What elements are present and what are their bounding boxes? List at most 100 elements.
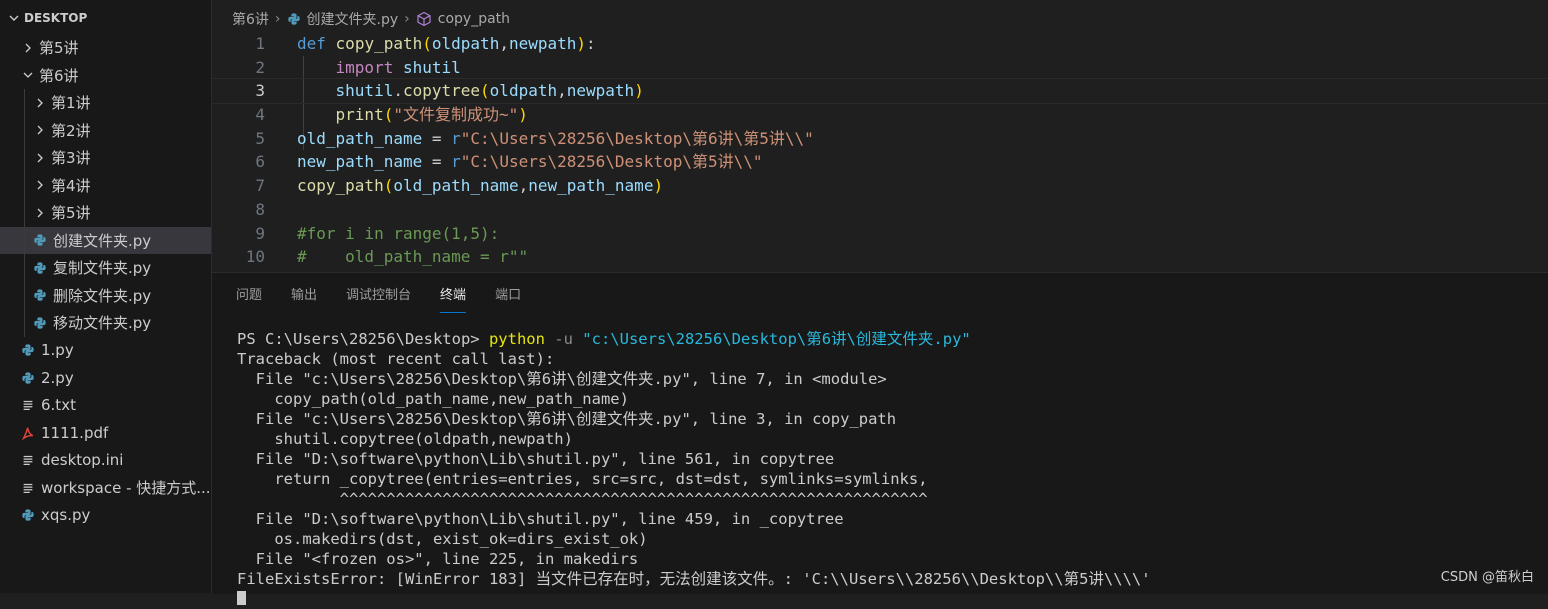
terminal-output-line: File "D:\software\python\Lib\shutil.py",… (237, 510, 844, 528)
file-item[interactable]: 移动文件夹.py (0, 309, 211, 337)
line-number: 6 (255, 152, 265, 172)
code-line[interactable]: 5 old_path_name = r"C:\Users\28256\Deskto… (212, 127, 1548, 151)
line-number: 1 (255, 34, 265, 53)
code-line[interactable]: 3 shutil.copytree(oldpath,newpath) (211, 78, 1548, 105)
panel-tab[interactable]: 终端 (440, 273, 467, 319)
chevron-down-icon[interactable] (20, 67, 36, 83)
file-type-icon (32, 260, 48, 276)
file-type-icon (20, 425, 36, 441)
panel-tabs: 问题 输出 调试控制台 终端 端口 (212, 273, 1548, 319)
breadcrumb-file[interactable]: 创建文件夹.py (307, 9, 399, 29)
tree-item-label: 6.txt (41, 396, 76, 415)
watermark: CSDN @笛秋白 (1440, 570, 1534, 585)
code-token: new_path_name (528, 176, 654, 196)
tree-indent-guide (24, 89, 25, 337)
folder-item[interactable]: 第5讲 (0, 34, 211, 62)
file-item[interactable]: xqs.py (0, 502, 211, 530)
file-item[interactable]: 创建文件夹.py (0, 226, 211, 254)
chevron-right-icon[interactable] (32, 177, 48, 193)
folder-item[interactable]: 第3讲 (0, 144, 211, 172)
panel-tab[interactable]: 输出 (291, 273, 317, 319)
code-token: oldpath (431, 34, 500, 53)
terminal-input-line[interactable] (237, 589, 1538, 609)
panel-tab[interactable]: 端口 (495, 273, 521, 319)
file-type-icon (32, 315, 48, 331)
chevron-right-icon[interactable] (20, 40, 36, 56)
tree-item-label: 删除文件夹.py (53, 286, 152, 305)
code-area[interactable]: 1 def copy_path(oldpath,newpath): 2 import… (211, 32, 1548, 269)
folder-item[interactable]: 第2讲 (0, 117, 211, 145)
code-token: = (422, 152, 452, 172)
code-token: ) (634, 81, 644, 101)
terminal[interactable]: PS C:\Users\28256\Desktop> python -u "c:… (237, 329, 1538, 609)
line-number: 3 (255, 81, 265, 101)
file-type-icon (32, 232, 48, 248)
code-token: new_path_name (297, 152, 423, 172)
chevron-right-icon[interactable] (32, 150, 48, 166)
explorer-header[interactable]: DESKTOP (0, 0, 211, 36)
tree-item-label: 2.py (41, 368, 74, 387)
code-line[interactable]: 9 #for i in range(1,5): (212, 222, 1548, 246)
terminal-arg: "c:\Users\28256\Desktop\第6讲\创建文件夹.py" (582, 330, 971, 348)
terminal-output-line: FileExistsError: [WinError 183] 当文件已存在时，… (237, 570, 1151, 588)
file-item[interactable]: 删除文件夹.py (0, 282, 211, 310)
file-item[interactable]: workspace - 快捷方式... (0, 474, 211, 502)
line-text: import shutil (297, 56, 461, 80)
code-token: ( (480, 81, 490, 101)
terminal-output-line: File "c:\Users\28256\Desktop\第6讲\创建文件夹.p… (237, 410, 897, 428)
code-token: "C:\Users\28256\Desktop\第5讲\\" (460, 152, 763, 172)
code-token: . (393, 81, 403, 101)
code-line[interactable]: 6 new_path_name = r"C:\Users\28256\Deskto… (212, 150, 1548, 174)
line-text: print("文件复制成功~") (297, 103, 528, 127)
code-line[interactable]: 7 copy_path(old_path_name,new_path_name) (212, 174, 1548, 198)
file-item[interactable]: 1.py (0, 337, 211, 365)
chevron-right-icon: › (404, 11, 410, 27)
file-type-icon (20, 342, 36, 358)
tree-item-label: 创建文件夹.py (53, 231, 152, 250)
chevron-right-icon[interactable] (32, 95, 48, 111)
file-tree: 第5讲 第6讲 第1讲 第2讲 第3讲 第4讲 第5讲 创建文件夹.py 复制文件夹.py 删除文… (0, 34, 211, 529)
line-text: old_path_name = r"C:\Users\28256\Desktop… (297, 127, 814, 151)
file-item[interactable]: 复制文件夹.py (0, 254, 211, 282)
file-item[interactable]: 2.py (0, 364, 211, 392)
terminal-output-line: Traceback (most recent call last): (237, 350, 555, 368)
python-file-icon (34, 289, 46, 301)
chevron-right-icon[interactable] (32, 205, 48, 221)
folder-item[interactable]: 第6讲 (0, 62, 211, 90)
code-token: ) (518, 105, 528, 125)
breadcrumb-symbol[interactable]: copy_path (438, 11, 510, 27)
file-item[interactable]: 6.txt (0, 392, 211, 420)
file-item[interactable]: 1111.pdf (0, 419, 211, 447)
python-file-icon (34, 262, 46, 274)
panel-tab[interactable]: 调试控制台 (346, 273, 411, 319)
code-token: print (335, 105, 384, 125)
file-type-icon (20, 370, 36, 386)
tree-item-label: 1111.pdf (41, 423, 109, 442)
folder-item[interactable]: 第5讲 (0, 199, 211, 227)
text-file-icon (23, 483, 33, 493)
line-text: def copy_path(oldpath,newpath): (297, 32, 596, 56)
file-type-icon (20, 480, 36, 496)
panel-tab[interactable]: 问题 (236, 273, 262, 319)
tree-item-label: desktop.ini (41, 451, 124, 470)
folder-item[interactable]: 第1讲 (0, 89, 211, 117)
code-token: ( (383, 176, 394, 196)
breadcrumb-folder[interactable]: 第6讲 (232, 9, 269, 29)
line-number: 2 (255, 57, 265, 77)
code-line[interactable]: 2 import shutil (212, 56, 1548, 80)
chevron-right-icon[interactable] (32, 122, 48, 138)
tree-item-label: 第5讲 (39, 39, 79, 58)
code-token: shutil (402, 57, 461, 77)
code-token: r (451, 128, 461, 148)
code-token: newpath (508, 34, 577, 53)
code-editor[interactable]: 第6讲 › 创建文件夹.py › copy_path 1 def copy_pat… (211, 0, 1548, 272)
file-item[interactable]: desktop.ini (0, 447, 211, 475)
pdf-file-icon (21, 427, 34, 440)
code-line[interactable]: 10 # old_path_name = r"" (212, 245, 1548, 269)
code-line[interactable]: 1 def copy_path(oldpath,newpath): (212, 32, 1548, 56)
terminal-output-line: shutil.copytree(oldpath,newpath) (237, 430, 573, 448)
code-line[interactable]: 8 (212, 198, 1548, 222)
folder-item[interactable]: 第4讲 (0, 172, 211, 200)
code-line[interactable]: 4 print("文件复制成功~") (212, 103, 1548, 127)
